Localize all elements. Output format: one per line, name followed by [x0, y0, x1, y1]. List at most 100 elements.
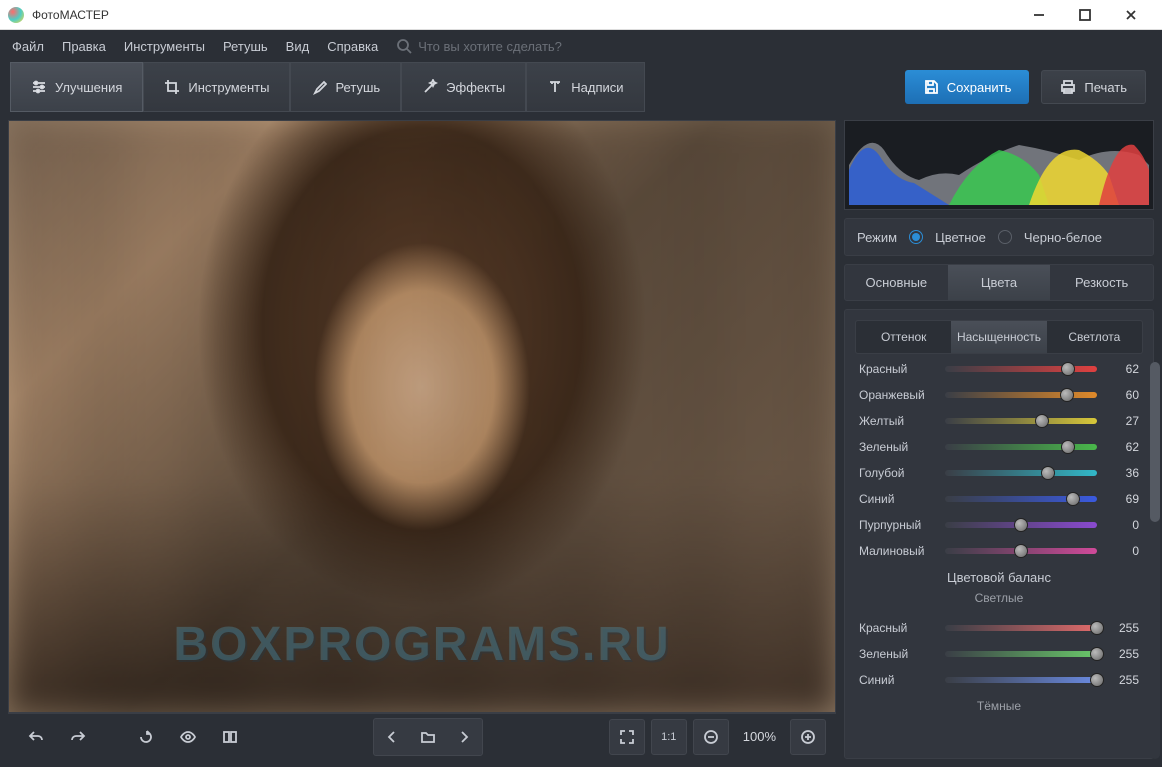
bottom-toolbar: 1:1 100%	[8, 713, 836, 759]
slider-label: Синий	[859, 673, 935, 687]
slider-thumb[interactable]	[1035, 414, 1049, 428]
slider-thumb[interactable]	[1014, 518, 1028, 532]
menu-view[interactable]: Вид	[286, 39, 310, 54]
text-icon	[547, 79, 563, 95]
menu-search[interactable]: Что вы хотите сделать?	[396, 38, 562, 54]
slider-value: 0	[1107, 518, 1139, 532]
slider-row: Желтый27	[859, 414, 1139, 428]
slider-track[interactable]	[945, 522, 1097, 528]
slider-label: Голубой	[859, 466, 935, 480]
tab-effects[interactable]: Эффекты	[401, 62, 526, 112]
slider-thumb[interactable]	[1014, 544, 1028, 558]
menu-file[interactable]: Файл	[12, 39, 44, 54]
zoom-out-button[interactable]	[693, 719, 729, 755]
reset-button[interactable]	[128, 719, 164, 755]
panel-scrollbar[interactable]	[1150, 362, 1160, 759]
search-placeholder: Что вы хотите сделать?	[418, 39, 562, 54]
slider-thumb[interactable]	[1061, 440, 1075, 454]
close-button[interactable]	[1108, 0, 1154, 30]
menu-edit[interactable]: Правка	[62, 39, 106, 54]
slider-value: 255	[1107, 621, 1139, 635]
prev-image-button[interactable]	[376, 721, 408, 753]
slider-track[interactable]	[945, 470, 1097, 476]
fit-screen-button[interactable]	[609, 719, 645, 755]
subtab-hue[interactable]: Оттенок	[856, 321, 951, 353]
histogram[interactable]	[844, 120, 1154, 210]
slider-value: 69	[1107, 492, 1139, 506]
slider-track[interactable]	[945, 651, 1097, 657]
slider-row: Синий 255	[859, 673, 1139, 687]
brush-icon	[311, 79, 327, 95]
tab-tools[interactable]: Инструменты	[143, 62, 290, 112]
one-to-one-button[interactable]: 1:1	[651, 719, 687, 755]
slider-row: Оранжевый 60	[859, 388, 1139, 402]
slider-label: Оранжевый	[859, 388, 935, 402]
subtab-saturation[interactable]: Насыщенность	[951, 321, 1046, 353]
print-button[interactable]: Печать	[1041, 70, 1146, 104]
image-canvas[interactable]: BOXPROGRAMS.RU	[8, 120, 836, 713]
window-titlebar: ФотоМАСТЕР	[0, 0, 1162, 30]
slider-value: 255	[1107, 673, 1139, 687]
maximize-button[interactable]	[1062, 0, 1108, 30]
slider-row: Зеленый255	[859, 647, 1139, 661]
panel-main-tabs: Основные Цвета Резкость	[844, 264, 1154, 301]
radio-bw[interactable]	[998, 230, 1012, 244]
menu-retouch[interactable]: Ретушь	[223, 39, 268, 54]
slider-track[interactable]	[945, 418, 1097, 424]
slider-thumb[interactable]	[1090, 673, 1104, 687]
slider-track[interactable]	[945, 548, 1097, 554]
undo-button[interactable]	[18, 719, 54, 755]
slider-row: Синий69	[859, 492, 1139, 506]
preview-button[interactable]	[170, 719, 206, 755]
radio-color[interactable]	[909, 230, 923, 244]
tab-sharpness[interactable]: Резкость	[1050, 265, 1153, 300]
tab-retouch[interactable]: Ретушь	[290, 62, 401, 112]
slider-thumb[interactable]	[1090, 647, 1104, 661]
slider-thumb[interactable]	[1066, 492, 1080, 506]
slider-label: Пурпурный	[859, 518, 935, 532]
slider-label: Зеленый	[859, 647, 935, 661]
slider-row: Голубой36	[859, 466, 1139, 480]
tab-basic[interactable]: Основные	[845, 265, 948, 300]
slider-track[interactable]	[945, 625, 1097, 631]
save-icon	[923, 79, 939, 95]
minimize-button[interactable]	[1016, 0, 1062, 30]
redo-button[interactable]	[60, 719, 96, 755]
wand-icon	[422, 79, 438, 95]
sliders-container: Оттенок Насыщенность Светлота Красный 62 О…	[844, 309, 1154, 759]
slider-track[interactable]	[945, 444, 1097, 450]
watermark-text: BOXPROGRAMS.RU	[173, 617, 670, 672]
panel-scrollbar-thumb[interactable]	[1150, 362, 1160, 522]
slider-row: Красный 255	[859, 621, 1139, 635]
slider-thumb[interactable]	[1061, 362, 1075, 376]
toolbar: Улучшения Инструменты Ретушь Эффекты Над…	[0, 62, 1162, 112]
window-title: ФотоМАСТЕР	[32, 8, 109, 22]
slider-track[interactable]	[945, 392, 1097, 398]
menubar: Файл Правка Инструменты Ретушь Вид Справ…	[0, 30, 1162, 62]
slider-value: 62	[1107, 362, 1139, 376]
slider-label: Малиновый	[859, 544, 935, 558]
menu-tools[interactable]: Инструменты	[124, 39, 205, 54]
balance-title: Цветовой баланс	[845, 570, 1153, 585]
tab-text[interactable]: Надписи	[526, 62, 644, 112]
zoom-in-button[interactable]	[790, 719, 826, 755]
slider-thumb[interactable]	[1041, 466, 1055, 480]
tab-colors[interactable]: Цвета	[948, 265, 1051, 300]
subtab-lightness[interactable]: Светлота	[1047, 321, 1142, 353]
slider-track[interactable]	[945, 366, 1097, 372]
slider-track[interactable]	[945, 677, 1097, 683]
slider-row: Пурпурный 0	[859, 518, 1139, 532]
open-folder-button[interactable]	[412, 721, 444, 753]
slider-label: Красный	[859, 621, 935, 635]
next-image-button[interactable]	[448, 721, 480, 753]
crop-icon	[164, 79, 180, 95]
tab-enhance[interactable]: Улучшения	[10, 62, 143, 112]
compare-button[interactable]	[212, 719, 248, 755]
menu-help[interactable]: Справка	[327, 39, 378, 54]
slider-track[interactable]	[945, 496, 1097, 502]
app-icon	[8, 7, 24, 23]
slider-thumb[interactable]	[1060, 388, 1074, 402]
slider-thumb[interactable]	[1090, 621, 1104, 635]
slider-value: 60	[1107, 388, 1139, 402]
save-button[interactable]: Сохранить	[905, 70, 1030, 104]
